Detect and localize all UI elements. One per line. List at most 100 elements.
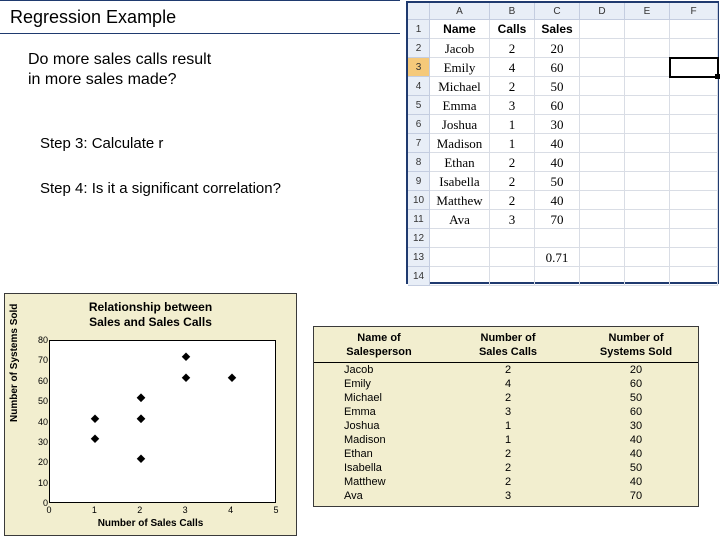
cell[interactable] bbox=[670, 210, 718, 229]
cell[interactable]: 2 bbox=[490, 191, 535, 210]
cell[interactable] bbox=[625, 153, 670, 172]
row-header[interactable]: 8 bbox=[408, 153, 430, 172]
cell[interactable]: Sales bbox=[535, 20, 580, 39]
cell[interactable] bbox=[490, 267, 535, 286]
cell[interactable] bbox=[430, 267, 490, 286]
cell[interactable]: Michael bbox=[430, 77, 490, 96]
row-header[interactable]: 5 bbox=[408, 96, 430, 115]
cell[interactable] bbox=[580, 267, 625, 286]
cell[interactable] bbox=[625, 229, 670, 248]
row-header[interactable]: 10 bbox=[408, 191, 430, 210]
cell[interactable] bbox=[430, 248, 490, 267]
cell[interactable] bbox=[669, 57, 719, 78]
cell[interactable] bbox=[580, 96, 625, 115]
cell[interactable]: Ava bbox=[430, 210, 490, 229]
cell[interactable]: 2 bbox=[490, 77, 535, 96]
cell[interactable]: 2 bbox=[490, 172, 535, 191]
cell[interactable] bbox=[670, 96, 718, 115]
cell[interactable]: 30 bbox=[535, 115, 580, 134]
col-header-d[interactable]: D bbox=[580, 3, 625, 20]
cell[interactable] bbox=[625, 20, 670, 39]
cell[interactable]: 3 bbox=[490, 96, 535, 115]
cell[interactable]: 50 bbox=[535, 172, 580, 191]
cell[interactable] bbox=[625, 77, 670, 96]
cell[interactable] bbox=[670, 172, 718, 191]
cell[interactable] bbox=[625, 172, 670, 191]
cell[interactable]: 2 bbox=[490, 39, 535, 58]
cell[interactable] bbox=[580, 229, 625, 248]
cell[interactable]: 4 bbox=[490, 58, 535, 77]
row-header[interactable]: 4 bbox=[408, 77, 430, 96]
cell[interactable]: 3 bbox=[490, 210, 535, 229]
cell[interactable] bbox=[670, 77, 718, 96]
row-header[interactable]: 12 bbox=[408, 229, 430, 248]
col-header-e[interactable]: E bbox=[625, 3, 670, 20]
cell[interactable] bbox=[670, 39, 718, 58]
cell[interactable] bbox=[490, 229, 535, 248]
cell[interactable] bbox=[625, 58, 670, 77]
cell[interactable] bbox=[670, 191, 718, 210]
spreadsheet-panel[interactable]: A B C D E F 1 Name Calls Sales 2Jacob220… bbox=[406, 1, 719, 284]
cell[interactable]: 2 bbox=[490, 153, 535, 172]
cell[interactable] bbox=[670, 153, 718, 172]
cell[interactable] bbox=[625, 39, 670, 58]
cell[interactable] bbox=[625, 210, 670, 229]
col-header-b[interactable]: B bbox=[490, 3, 535, 20]
cell[interactable] bbox=[625, 134, 670, 153]
cell[interactable]: Name bbox=[430, 20, 490, 39]
cell[interactable] bbox=[580, 191, 625, 210]
cell[interactable]: 1 bbox=[490, 115, 535, 134]
cell[interactable] bbox=[580, 134, 625, 153]
cell[interactable] bbox=[580, 58, 625, 77]
cell[interactable]: Joshua bbox=[430, 115, 490, 134]
col-header-a[interactable]: A bbox=[430, 3, 490, 20]
cell[interactable] bbox=[535, 229, 580, 248]
cell[interactable]: Ethan bbox=[430, 153, 490, 172]
col-header-blank[interactable] bbox=[408, 3, 430, 20]
cell[interactable]: 20 bbox=[535, 39, 580, 58]
cell[interactable] bbox=[670, 248, 718, 267]
col-header-c[interactable]: C bbox=[535, 3, 580, 20]
cell[interactable] bbox=[670, 134, 718, 153]
cell[interactable] bbox=[580, 153, 625, 172]
cell[interactable] bbox=[580, 248, 625, 267]
cell[interactable]: 40 bbox=[535, 134, 580, 153]
cell[interactable]: Jacob bbox=[430, 39, 490, 58]
cell[interactable]: 40 bbox=[535, 191, 580, 210]
cell[interactable] bbox=[580, 210, 625, 229]
cell[interactable] bbox=[670, 267, 718, 286]
cell[interactable] bbox=[580, 39, 625, 58]
cell[interactable] bbox=[535, 267, 580, 286]
row-header[interactable]: 6 bbox=[408, 115, 430, 134]
cell[interactable] bbox=[580, 20, 625, 39]
result-cell[interactable]: 0.71 bbox=[535, 248, 580, 267]
row-header[interactable]: 9 bbox=[408, 172, 430, 191]
cell[interactable] bbox=[670, 229, 718, 248]
cell[interactable] bbox=[625, 115, 670, 134]
cell[interactable]: Emma bbox=[430, 96, 490, 115]
cell[interactable]: Matthew bbox=[430, 191, 490, 210]
cell[interactable]: 70 bbox=[535, 210, 580, 229]
cell[interactable]: 60 bbox=[535, 58, 580, 77]
cell[interactable] bbox=[625, 267, 670, 286]
cell[interactable]: Isabella bbox=[430, 172, 490, 191]
cell[interactable]: Calls bbox=[490, 20, 535, 39]
row-header[interactable]: 14 bbox=[408, 267, 430, 286]
cell[interactable] bbox=[625, 191, 670, 210]
cell[interactable] bbox=[580, 115, 625, 134]
row-header[interactable]: 11 bbox=[408, 210, 430, 229]
cell[interactable] bbox=[625, 96, 670, 115]
col-header-f[interactable]: F bbox=[670, 3, 718, 20]
cell[interactable]: 60 bbox=[535, 96, 580, 115]
row-header[interactable]: 7 bbox=[408, 134, 430, 153]
cell[interactable] bbox=[430, 229, 490, 248]
row-header[interactable]: 3 bbox=[408, 58, 430, 77]
row-header[interactable]: 2 bbox=[408, 39, 430, 58]
cell[interactable] bbox=[580, 172, 625, 191]
row-header[interactable]: 1 bbox=[408, 20, 430, 39]
cell[interactable] bbox=[490, 248, 535, 267]
cell[interactable]: Emily bbox=[430, 58, 490, 77]
cell[interactable] bbox=[580, 77, 625, 96]
cell[interactable] bbox=[670, 20, 718, 39]
row-header[interactable]: 13 bbox=[408, 248, 430, 267]
